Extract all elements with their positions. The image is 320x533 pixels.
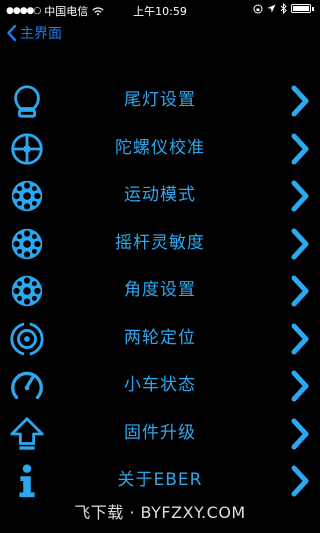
back-button[interactable]: 主界面 [6,23,62,43]
menu-item-label: 两轮定位 [124,327,196,348]
chevron-right-icon [291,465,309,497]
location-arrow-icon [267,4,276,13]
chevron-left-icon [7,24,17,42]
chevron-right-icon [291,418,309,449]
status-bar: ●●●●○ 中国电信 上午10:59 [0,0,320,20]
gyroscope-icon [11,132,43,165]
menu-item-label: 尾灯设置 [124,90,196,110]
menu-item-motion-mode[interactable]: 运动模式 [0,172,320,220]
menu-item-about[interactable]: 关于EBER [0,457,320,505]
chevron-right-icon [291,228,309,259]
menu-item-label: 小车状态 [124,375,196,395]
chevron-right-icon [291,85,309,117]
lock-rotation-icon [253,4,263,13]
motion-mode-icon [11,180,43,212]
menu-item-firmware-upgrade[interactable]: 固件升级 [0,410,320,458]
menu-item-tail-light[interactable]: 尾灯设置 [0,77,320,125]
menu-item-label: 摇杆灵敏度 [115,232,205,253]
menu-item-label: 运动模式 [124,185,196,205]
joystick-sensitivity-icon [11,228,43,259]
chevron-right-icon [291,370,309,402]
back-button-label: 主界面 [20,26,62,42]
navigation-bar: 主界面 [0,20,320,50]
chevron-right-icon [291,180,309,212]
menu-item-label: 角度设置 [124,280,196,300]
angle-settings-icon [11,275,43,307]
info-icon [19,464,35,498]
menu-item-joystick-sensitivity[interactable]: 摇杆灵敏度 [0,220,320,268]
watermark: 飞下载 · BYFZXY.COM [74,503,246,522]
status-right [253,3,314,14]
menu-item-two-wheel-positioning[interactable]: 两轮定位 [0,315,320,363]
menu-item-label: 陀螺仪校准 [115,137,205,158]
menu-item-car-status[interactable]: 小车状态 [0,362,320,410]
battery-cap [312,6,314,11]
firmware-upgrade-icon [10,416,44,450]
bluetooth-icon [280,3,287,14]
menu-item-label: 固件升级 [124,422,196,443]
chevron-right-icon [291,133,309,164]
chevron-right-icon [291,323,309,354]
battery-icon [291,4,311,13]
menu-item-angle-settings[interactable]: 角度设置 [0,267,320,315]
two-wheel-positioning-icon [10,321,44,356]
menu-item-label: 关于EBER [117,470,203,490]
tail-light-icon [14,85,40,118]
chevron-right-icon [291,275,309,307]
settings-menu: 尾灯设置 陀螺仪校准 运动模式 摇杆灵敏度 角度设置 两轮定位 小车状态 固件升… [0,77,320,505]
menu-item-gyroscope[interactable]: 陀螺仪校准 [0,125,320,173]
car-status-gauge-icon [11,371,43,400]
